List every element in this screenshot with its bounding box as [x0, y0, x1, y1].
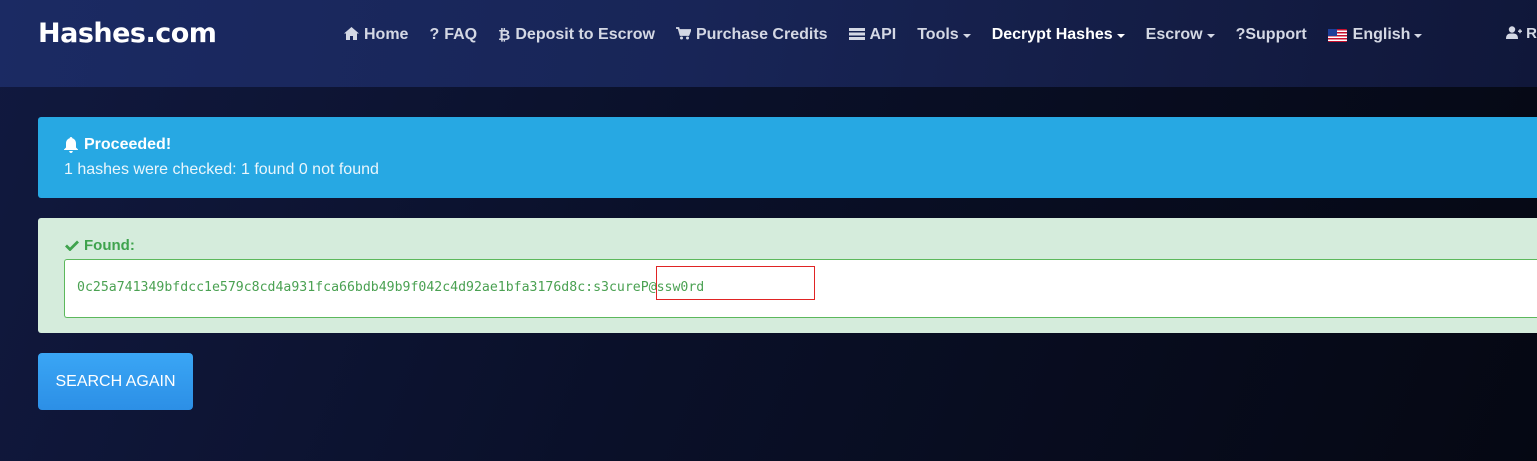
nav-item-deposit-escrow[interactable]: ₿ Deposit to Escrow	[498, 26, 655, 44]
nav-label-support: ?Support	[1235, 26, 1307, 43]
found-alert: Found: 0c25a741349bfdcc1e579c8cd4a931fca…	[38, 218, 1537, 333]
hash-value: 0c25a741349bfdcc1e579c8cd4a931fca66bdb49…	[77, 280, 586, 295]
home-icon	[344, 27, 359, 43]
found-title-text: Found:	[84, 237, 135, 254]
hash-separator: :	[585, 280, 594, 295]
nav-label-api: API	[869, 26, 897, 43]
found-title: Found:	[65, 237, 135, 254]
server-icon	[848, 27, 865, 43]
check-icon	[65, 240, 79, 251]
chevron-down-icon	[1414, 34, 1423, 38]
nav-item-tools[interactable]: Tools	[917, 26, 971, 44]
nav-label-faq: FAQ	[444, 26, 478, 43]
nav-item-faq[interactable]: ? FAQ	[429, 26, 477, 44]
nav-label-home: Home	[364, 26, 409, 43]
nav-label-tools: Tools	[917, 26, 959, 43]
nav-label-escrow: Escrow	[1145, 26, 1203, 43]
nav-item-language[interactable]: English	[1327, 26, 1423, 44]
nav-label-purchase: Purchase Credits	[695, 26, 828, 43]
us-flag-icon	[1327, 28, 1347, 42]
user-menu-label: R	[1526, 25, 1537, 42]
cart-icon	[675, 27, 692, 43]
chevron-down-icon	[1206, 34, 1215, 38]
user-plus-icon	[1506, 26, 1522, 39]
main-nav: Home ? FAQ ₿ Deposit to Escrow Purchase …	[344, 25, 1443, 45]
result-text: 0c25a741349bfdcc1e579c8cd4a931fca66bdb49…	[77, 280, 704, 295]
bitcoin-icon: ₿	[498, 26, 511, 44]
nav-item-home[interactable]: Home	[344, 26, 408, 44]
nav-label-language: English	[1352, 26, 1411, 43]
nav-label-deposit: Deposit to Escrow	[515, 26, 655, 43]
alert-message: 1 hashes were checked: 1 found 0 not fou…	[64, 161, 379, 178]
nav-item-decrypt-hashes[interactable]: Decrypt Hashes	[992, 26, 1125, 44]
top-navbar: Hashes.com Home ? FAQ ₿ Deposit to Escro…	[0, 0, 1537, 87]
nav-item-escrow[interactable]: Escrow	[1146, 26, 1215, 44]
chevron-down-icon	[1116, 34, 1125, 38]
search-again-button[interactable]: SEARCH AGAIN	[38, 353, 193, 410]
nav-item-api[interactable]: API	[848, 26, 897, 44]
alert-title: Proceeded!	[64, 136, 171, 154]
nav-label-decrypt: Decrypt Hashes	[991, 26, 1113, 43]
nav-item-purchase-credits[interactable]: Purchase Credits	[675, 26, 828, 44]
nav-item-support[interactable]: ?Support	[1236, 26, 1307, 44]
result-output-field[interactable]: 0c25a741349bfdcc1e579c8cd4a931fca66bdb49…	[64, 259, 1537, 318]
chevron-down-icon	[962, 34, 971, 38]
brand-logo[interactable]: Hashes.com	[38, 18, 217, 49]
alert-title-text: Proceeded!	[84, 136, 172, 153]
user-menu[interactable]: R	[1506, 25, 1537, 42]
proceeded-alert: Proceeded! 1 hashes were checked: 1 foun…	[38, 117, 1537, 198]
question-icon: ?	[429, 26, 440, 43]
plaintext-highlight-box	[656, 266, 815, 300]
bell-icon	[64, 137, 78, 153]
